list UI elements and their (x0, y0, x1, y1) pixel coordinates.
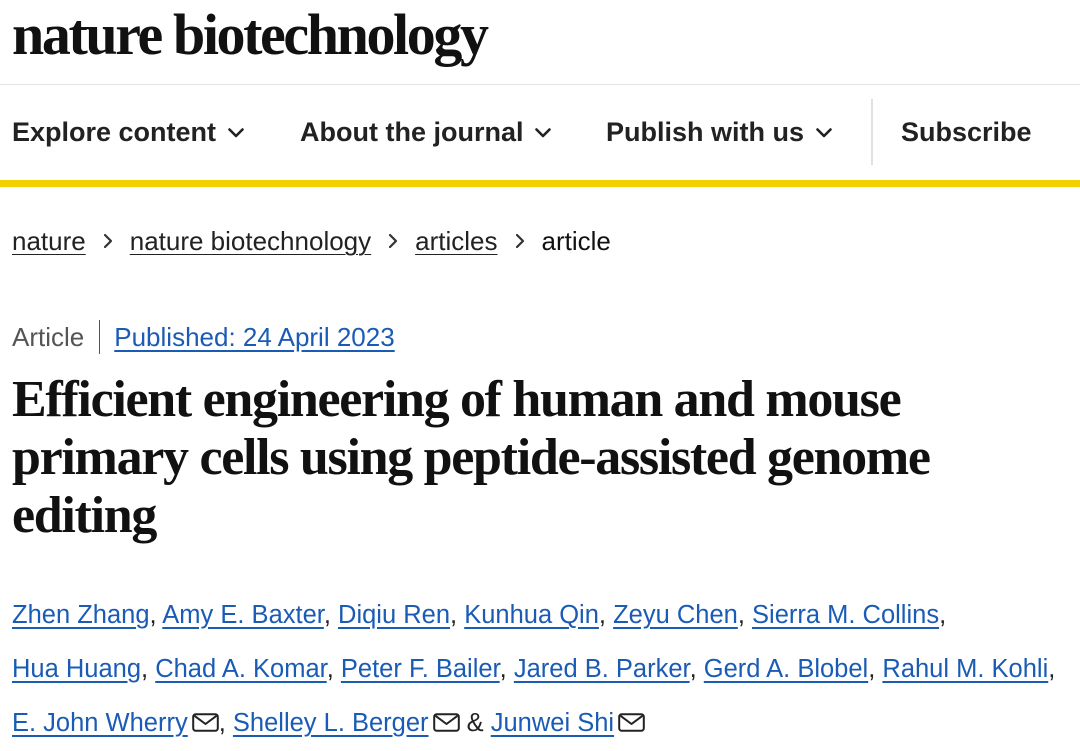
nav-divider (871, 99, 873, 165)
meta-divider (99, 320, 101, 354)
published-date-link[interactable]: Published: 24 April 2023 (114, 322, 394, 353)
nav-publish-with-us-label: Publish with us (606, 117, 805, 147)
nav-about-journal[interactable]: About the journal (300, 85, 552, 180)
chevron-right-icon (388, 233, 398, 249)
author-separator: & (466, 709, 484, 737)
author-separator: , (218, 709, 226, 737)
author-separator: , (1048, 655, 1056, 683)
author-link[interactable]: E. John Wherry (12, 709, 188, 737)
author-item: Zeyu Chen, (613, 601, 745, 629)
author-link[interactable]: Jared B. Parker (514, 655, 690, 683)
author-link[interactable]: Gerd A. Blobel (704, 655, 868, 683)
mail-icon[interactable] (432, 697, 460, 751)
author-item: E. John Wherry, (12, 709, 226, 737)
breadcrumb: nature nature biotechnology articles art… (12, 224, 611, 258)
author-item: Zhen Zhang, (12, 601, 157, 629)
author-link[interactable]: Hua Huang (12, 655, 141, 683)
mail-icon[interactable] (191, 697, 219, 751)
author-separator: , (323, 601, 331, 629)
author-link[interactable]: Rahul M. Kohli (882, 655, 1048, 683)
main-navigation: Explore content About the journal Publis… (0, 85, 1080, 187)
author-item: Kunhua Qin, (464, 601, 606, 629)
nav-publish-with-us[interactable]: Publish with us (606, 85, 832, 180)
nav-explore-content[interactable]: Explore content (12, 85, 244, 180)
chevron-down-icon (816, 127, 832, 137)
author-separator: , (689, 655, 697, 683)
author-item: Sierra M. Collins, (752, 601, 946, 629)
author-separator: , (149, 601, 157, 629)
author-separator: , (939, 601, 947, 629)
author-link[interactable]: Peter F. Bailer (341, 655, 500, 683)
author-link[interactable]: Diqiu Ren (338, 601, 450, 629)
breadcrumb-link-articles[interactable]: articles (415, 226, 497, 257)
nav-about-journal-label: About the journal (300, 117, 524, 147)
author-item: Gerd A. Blobel, (704, 655, 876, 683)
chevron-down-icon (228, 127, 244, 137)
author-item: Amy E. Baxter, (162, 601, 331, 629)
breadcrumb-current: article (541, 225, 611, 256)
author-separator: , (141, 655, 149, 683)
site-logo[interactable]: nature biotechnology (12, 0, 489, 70)
article-type: Article (12, 321, 85, 352)
author-link[interactable]: Zhen Zhang (12, 601, 150, 629)
author-separator: , (499, 655, 507, 683)
mail-icon[interactable] (618, 697, 645, 751)
author-separator: , (450, 601, 458, 629)
author-separator: , (326, 655, 334, 683)
author-link[interactable]: Shelley L. Berger (233, 709, 429, 737)
article-meta: Article Published: 24 April 2023 (12, 320, 395, 354)
author-item: Diqiu Ren, (338, 601, 457, 629)
nav-explore-content-label: Explore content (12, 117, 217, 147)
author-separator: , (598, 601, 606, 629)
chevron-right-icon (103, 233, 113, 249)
author-item: Chad A. Komar, (155, 655, 334, 683)
author-item: Rahul M. Kohli, (882, 655, 1055, 683)
author-link[interactable]: Kunhua Qin (464, 601, 599, 629)
breadcrumb-link-nature-biotechnology[interactable]: nature biotechnology (130, 226, 371, 257)
author-link[interactable]: Zeyu Chen (613, 601, 738, 629)
chevron-down-icon (535, 127, 552, 137)
author-separator: , (868, 655, 876, 683)
author-item: Jared B. Parker, (514, 655, 697, 683)
breadcrumb-link-nature[interactable]: nature (12, 226, 86, 257)
author-separator: , (737, 601, 745, 629)
masthead: nature biotechnology (0, 0, 1080, 85)
author-item: Peter F. Bailer, (341, 655, 507, 683)
chevron-right-icon (515, 233, 525, 249)
author-link[interactable]: Amy E. Baxter (162, 601, 324, 629)
author-link[interactable]: Junwei Shi (491, 709, 614, 737)
author-link[interactable]: Chad A. Komar (155, 655, 327, 683)
author-link[interactable]: Sierra M. Collins (752, 601, 939, 629)
author-item: Shelley L. Berger (233, 709, 460, 737)
subscribe-button[interactable]: Subscribe (901, 85, 1032, 180)
author-item: Hua Huang, (12, 655, 148, 683)
author-item: Junwei Shi (491, 709, 645, 737)
article-title: Efficient engineering of human and mouse… (12, 371, 931, 544)
author-list: Zhen Zhang, Amy E. Baxter, Diqiu Ren, Ku… (12, 588, 1078, 751)
